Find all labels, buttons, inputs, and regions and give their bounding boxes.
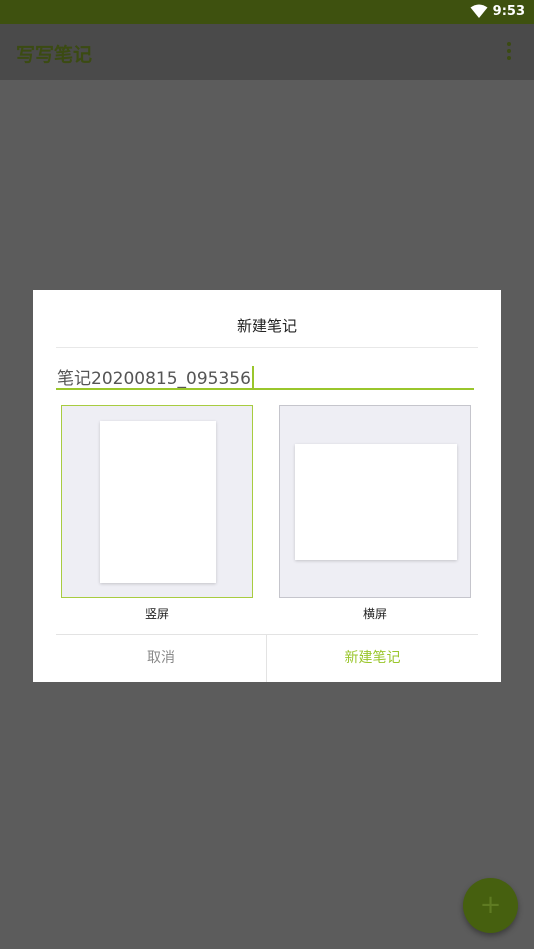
status-time: 9:53 [492, 4, 525, 19]
text-cursor [251, 366, 254, 388]
add-note-button[interactable]: + [463, 878, 518, 933]
wifi-icon [470, 4, 488, 18]
divider [56, 347, 478, 348]
portrait-label: 竖屏 [144, 607, 169, 621]
cancel-button[interactable]: 取消 [56, 635, 266, 682]
more-vert-icon[interactable] [506, 42, 512, 62]
landscape-label: 横屏 [362, 607, 387, 621]
landscape-page-preview [295, 444, 457, 560]
note-name-value[interactable]: 笔记20200815_095356 [57, 364, 254, 389]
app-bar: 写写笔记 [0, 24, 534, 80]
status-bar: 9:53 [0, 0, 534, 24]
note-name-text: 笔记20200815_095356 [57, 369, 251, 389]
create-note-button[interactable]: 新建笔记 [267, 635, 478, 682]
dialog-title: 新建笔记 [236, 317, 297, 335]
orientation-option-landscape[interactable] [279, 405, 471, 598]
app-title: 写写笔记 [16, 44, 93, 66]
plus-icon: + [479, 890, 502, 920]
portrait-page-preview [100, 421, 216, 583]
orientation-option-portrait[interactable] [61, 405, 253, 598]
new-note-dialog: 新建笔记 笔记20200815_095356 竖屏 横屏 取消 新建笔记 [33, 290, 501, 682]
